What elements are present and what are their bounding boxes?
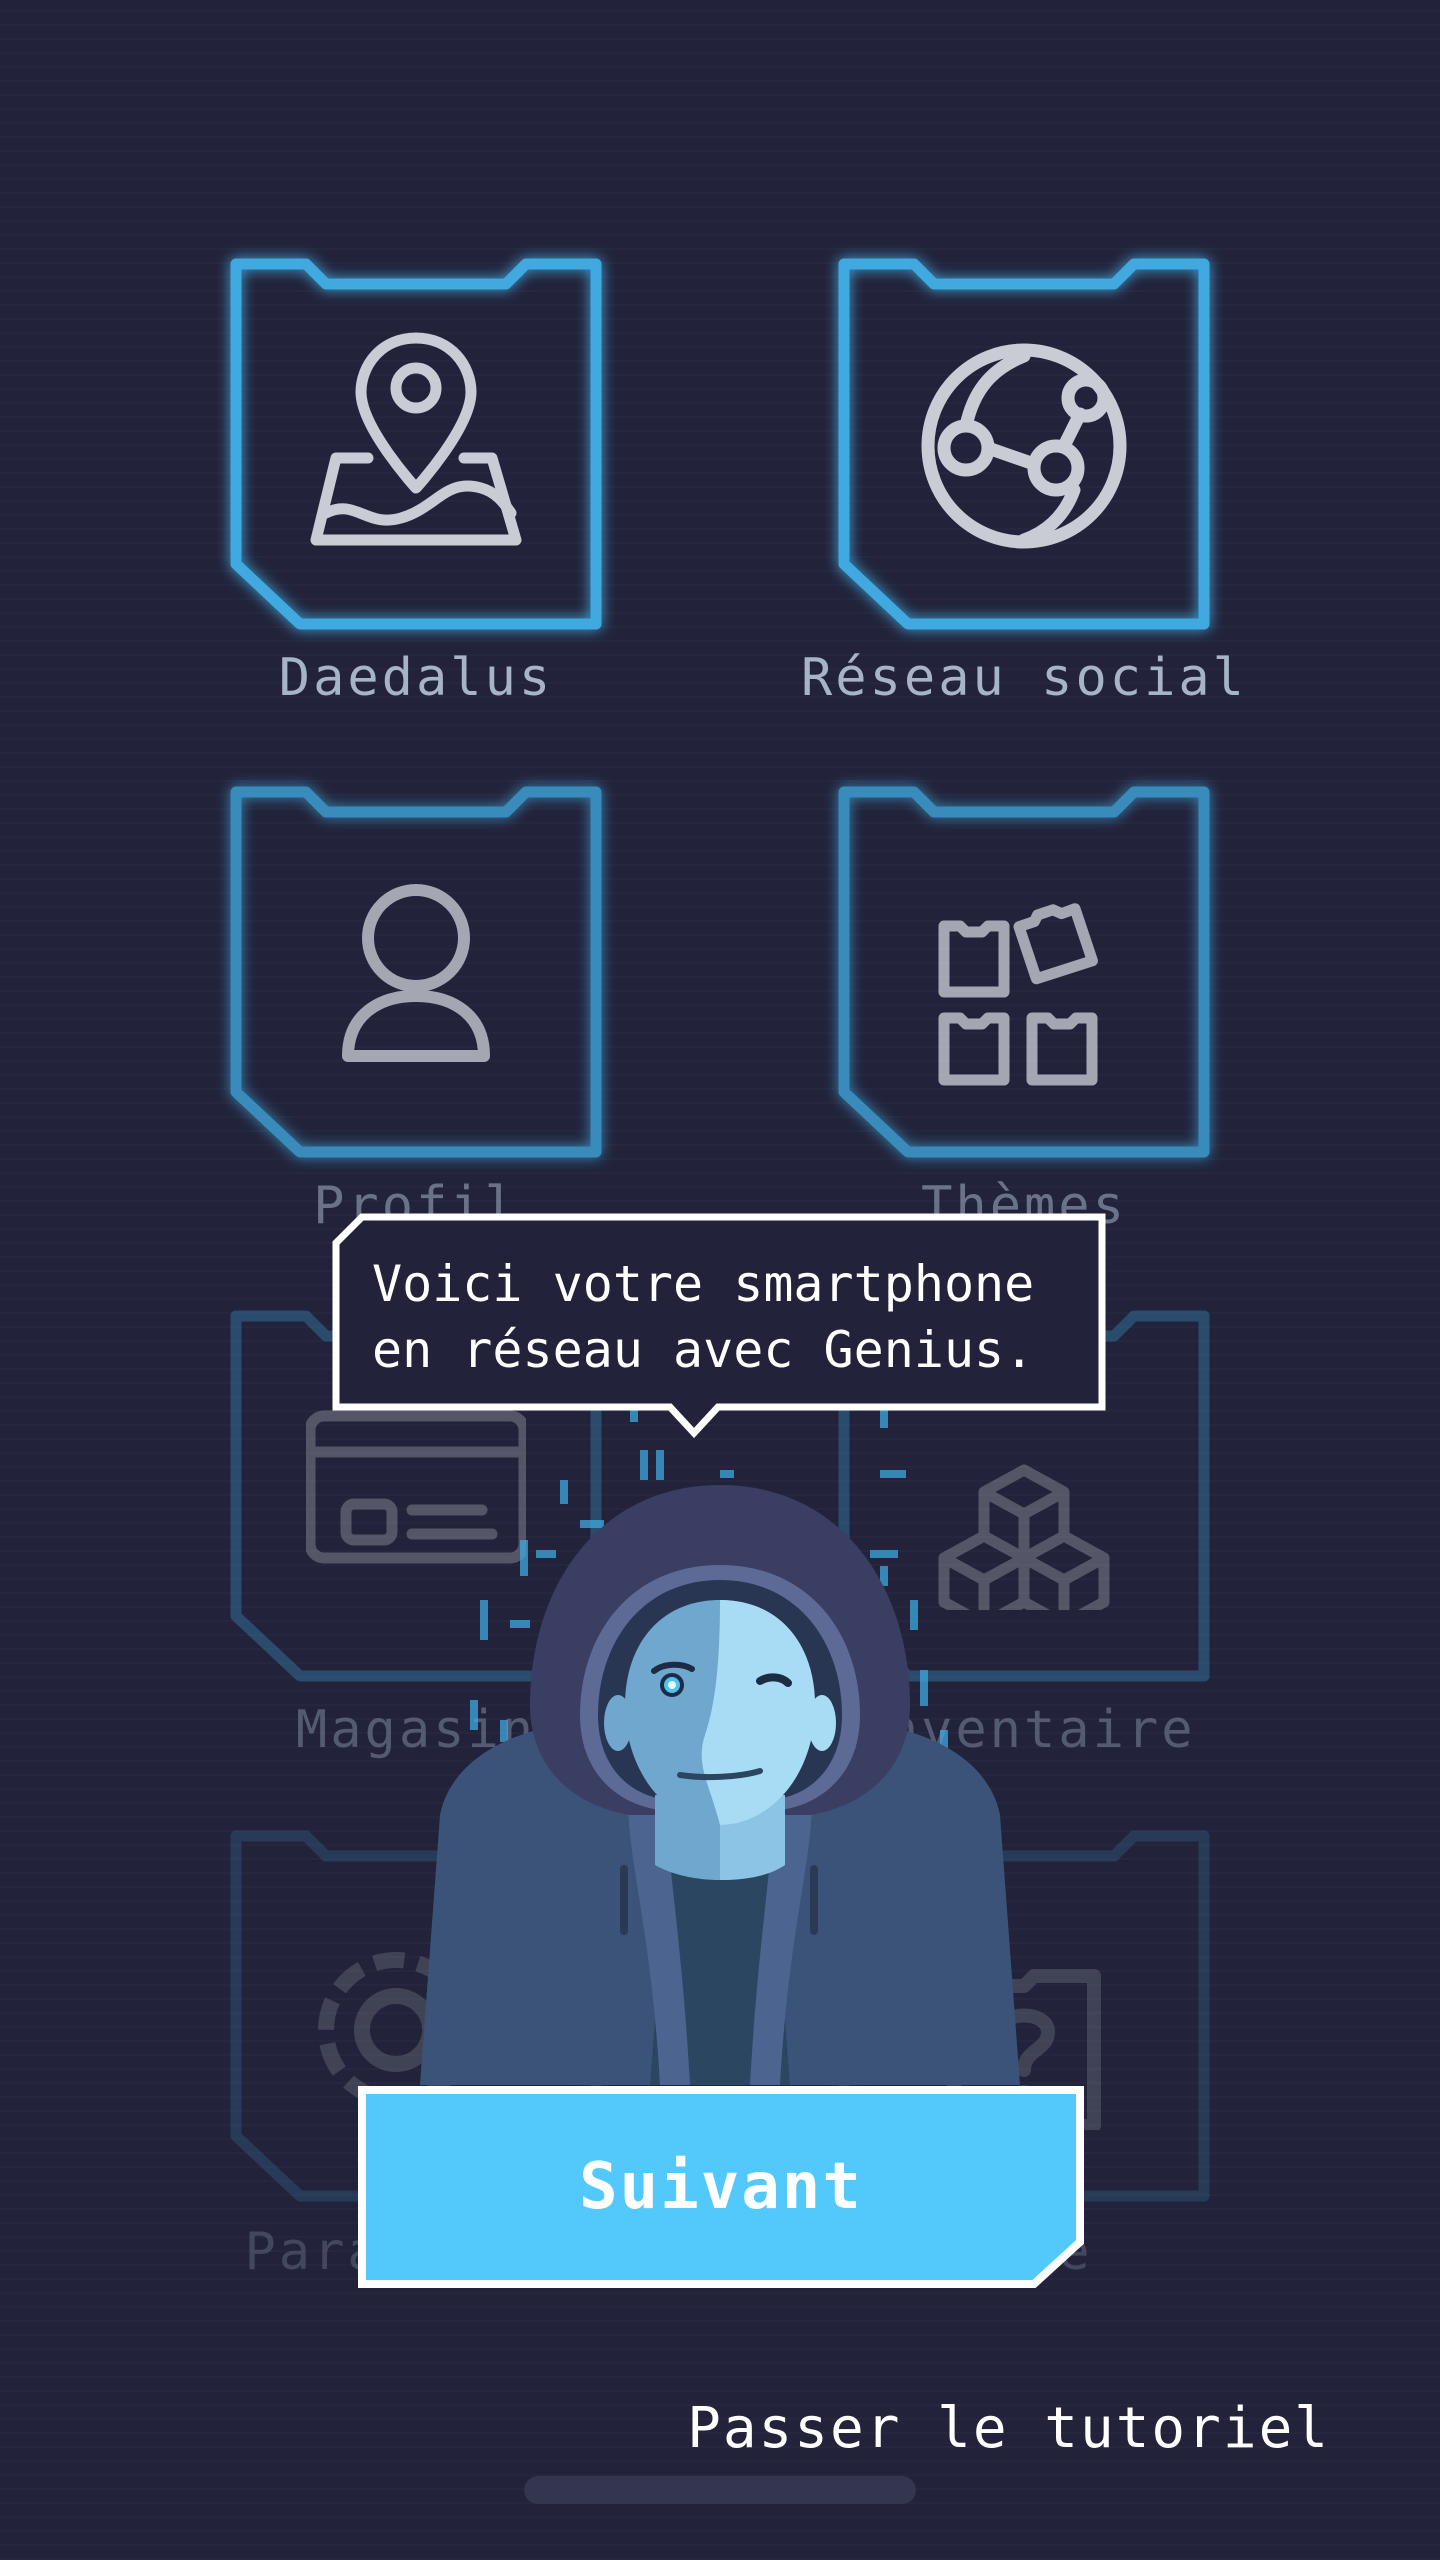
tile-label-reseau-social: Réseau social (801, 648, 1247, 708)
map-pin-icon (310, 332, 522, 546)
tutorial-message: Voici votre smartphone en réseau avec Ge… (372, 1255, 1035, 1379)
app-tile-profil[interactable] (230, 786, 602, 1158)
app-tile-daedalus[interactable] (230, 258, 602, 630)
next-button-label: Suivant (579, 2150, 863, 2224)
skip-tutorial-link[interactable]: Passer le tutoriel (687, 2396, 1330, 2461)
next-button[interactable]: Suivant (358, 2086, 1084, 2288)
globe-network-icon (921, 343, 1127, 549)
hacker-avatar (420, 1485, 1020, 2085)
app-tile-themes[interactable] (838, 786, 1210, 1158)
tutorial-speech-bubble: Voici votre smartphone en réseau avec Ge… (332, 1213, 1106, 1439)
themes-grid-icon (938, 903, 1098, 1086)
tile-label-daedalus: Daedalus (278, 648, 554, 708)
home-indicator[interactable] (524, 2476, 916, 2504)
tutorial-screen: Daedalus Réseau social Profil Thèmes Mag… (0, 0, 1440, 2560)
person-icon (342, 884, 490, 1062)
app-tile-reseau-social[interactable] (838, 258, 1210, 630)
